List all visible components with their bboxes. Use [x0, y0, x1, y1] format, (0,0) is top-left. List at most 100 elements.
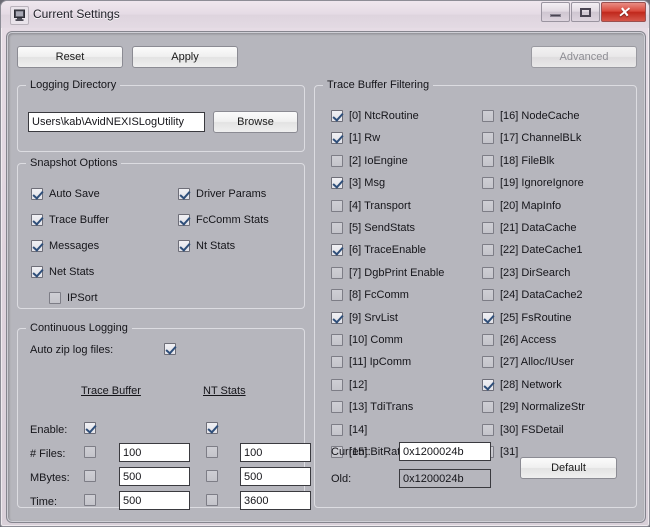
trace-filter-left-item-7[interactable]: [7] DgbPrint Enable [331, 267, 444, 279]
default-button[interactable]: Default [520, 457, 617, 479]
trace-filter-left-checkbox-3[interactable] [331, 177, 343, 189]
trace-filter-right-checkbox-6[interactable] [482, 244, 494, 256]
trace-filter-right-item-1[interactable]: [17] ChannelBLk [482, 132, 581, 144]
input-nt-time[interactable]: 3600 [240, 491, 311, 510]
trace-filter-left-item-5[interactable]: [5] SendStats [331, 222, 415, 234]
trace-filter-right-checkbox-11[interactable] [482, 356, 494, 368]
trace-filter-right-checkbox-12[interactable] [482, 379, 494, 391]
input-trace-time[interactable]: 500 [119, 491, 190, 510]
trace-filter-right-item-6[interactable]: [22] DateCache1 [482, 244, 583, 256]
current-value-input[interactable]: 0x1200024b [399, 442, 491, 461]
checkbox-trace-buffer[interactable] [31, 214, 43, 226]
reset-button[interactable]: Reset [17, 46, 123, 68]
title-bar[interactable]: Current Settings ✕ [1, 1, 649, 28]
checkbox-ipsort[interactable] [49, 292, 61, 304]
trace-filter-left-item-9[interactable]: [9] SrvList [331, 312, 398, 324]
checkbox-auto-zip-log-files[interactable] [164, 343, 176, 355]
snapshot-option-nt-stats[interactable]: Nt Stats [178, 240, 235, 252]
trace-filter-right-checkbox-5[interactable] [482, 222, 494, 234]
checkbox-nt-num-files[interactable] [206, 446, 218, 458]
trace-filter-right-item-0[interactable]: [16] NodeCache [482, 110, 580, 122]
trace-filter-left-item-13[interactable]: [13] TdiTrans [331, 401, 413, 413]
checkbox-trace-time[interactable] [84, 494, 96, 506]
trace-filter-left-item-0[interactable]: [0] NtcRoutine [331, 110, 419, 122]
trace-filter-left-item-14[interactable]: [14] [331, 424, 367, 436]
trace-filter-right-checkbox-13[interactable] [482, 401, 494, 413]
trace-filter-right-checkbox-3[interactable] [482, 177, 494, 189]
snapshot-option-messages[interactable]: Messages [31, 240, 99, 252]
snapshot-option-net-stats[interactable]: Net Stats [31, 266, 94, 278]
checkbox-trace-mbytes[interactable] [84, 470, 96, 482]
trace-filter-left-item-11[interactable]: [11] IpComm [331, 356, 411, 368]
input-trace-num-files[interactable]: 100 [119, 443, 190, 462]
trace-filter-left-checkbox-13[interactable] [331, 401, 343, 413]
trace-filter-left-item-8[interactable]: [8] FcComm [331, 289, 409, 301]
trace-filter-left-checkbox-5[interactable] [331, 222, 343, 234]
checkbox-nt-enable[interactable] [206, 422, 218, 434]
trace-filter-right-item-12[interactable]: [28] Network [482, 379, 562, 391]
checkbox-fccomm-stats[interactable] [178, 214, 190, 226]
trace-filter-left-item-1[interactable]: [1] Rw [331, 132, 380, 144]
trace-filter-right-checkbox-10[interactable] [482, 334, 494, 346]
trace-filter-left-item-10[interactable]: [10] Comm [331, 334, 403, 346]
snapshot-option-auto-save[interactable]: Auto Save [31, 188, 100, 200]
trace-filter-right-item-2[interactable]: [18] FileBlk [482, 155, 554, 167]
browse-button[interactable]: Browse [213, 111, 298, 133]
advanced-button[interactable]: Advanced [531, 46, 637, 68]
trace-filter-right-item-7[interactable]: [23] DirSearch [482, 267, 570, 279]
trace-filter-left-checkbox-12[interactable] [331, 379, 343, 391]
close-button[interactable]: ✕ [601, 2, 646, 22]
checkbox-nt-stats[interactable] [178, 240, 190, 252]
trace-filter-right-checkbox-7[interactable] [482, 267, 494, 279]
trace-filter-left-item-6[interactable]: [6] TraceEnable [331, 244, 426, 256]
trace-filter-left-item-2[interactable]: [2] IoEngine [331, 155, 408, 167]
trace-filter-right-item-14[interactable]: [30] FSDetail [482, 424, 564, 436]
snapshot-option-ipsort[interactable]: IPSort [49, 292, 98, 304]
checkbox-driver-params[interactable] [178, 188, 190, 200]
trace-filter-left-checkbox-6[interactable] [331, 244, 343, 256]
trace-filter-right-checkbox-1[interactable] [482, 132, 494, 144]
trace-filter-right-item-10[interactable]: [26] Access [482, 334, 556, 346]
snapshot-option-fccomm-stats[interactable]: FcComm Stats [178, 214, 269, 226]
trace-filter-left-checkbox-10[interactable] [331, 334, 343, 346]
checkbox-net-stats[interactable] [31, 266, 43, 278]
trace-filter-right-checkbox-8[interactable] [482, 289, 494, 301]
trace-filter-right-checkbox-2[interactable] [482, 155, 494, 167]
trace-filter-left-item-3[interactable]: [3] Msg [331, 177, 385, 189]
checkbox-trace-num-files[interactable] [84, 446, 96, 458]
trace-filter-left-checkbox-1[interactable] [331, 132, 343, 144]
trace-filter-right-item-8[interactable]: [24] DataCache2 [482, 289, 583, 301]
trace-filter-left-checkbox-14[interactable] [331, 424, 343, 436]
trace-filter-right-item-5[interactable]: [21] DataCache [482, 222, 576, 234]
trace-filter-right-item-3[interactable]: [19] IgnoreIgnore [482, 177, 584, 189]
maximize-button[interactable] [571, 2, 600, 22]
trace-filter-left-item-4[interactable]: [4] Transport [331, 200, 411, 212]
checkbox-auto-save[interactable] [31, 188, 43, 200]
logging-directory-input[interactable]: Users\kab\AvidNEXISLogUtility [28, 112, 205, 132]
trace-filter-left-checkbox-9[interactable] [331, 312, 343, 324]
checkbox-messages[interactable] [31, 240, 43, 252]
input-trace-mbytes[interactable]: 500 [119, 467, 190, 486]
checkbox-nt-time[interactable] [206, 494, 218, 506]
trace-filter-left-item-12[interactable]: [12] [331, 379, 367, 391]
trace-filter-left-checkbox-11[interactable] [331, 356, 343, 368]
checkbox-trace-enable[interactable] [84, 422, 96, 434]
trace-filter-right-item-13[interactable]: [29] NormalizeStr [482, 401, 585, 413]
trace-filter-left-checkbox-2[interactable] [331, 155, 343, 167]
trace-filter-left-checkbox-7[interactable] [331, 267, 343, 279]
minimize-button[interactable] [541, 2, 570, 22]
trace-filter-right-item-9[interactable]: [25] FsRoutine [482, 312, 572, 324]
trace-filter-right-item-4[interactable]: [20] MapInfo [482, 200, 561, 212]
snapshot-option-driver-params[interactable]: Driver Params [178, 188, 266, 200]
input-nt-num-files[interactable]: 100 [240, 443, 311, 462]
checkbox-nt-mbytes[interactable] [206, 470, 218, 482]
trace-filter-left-checkbox-0[interactable] [331, 110, 343, 122]
trace-filter-left-checkbox-4[interactable] [331, 200, 343, 212]
input-nt-mbytes[interactable]: 500 [240, 467, 311, 486]
trace-filter-right-checkbox-9[interactable] [482, 312, 494, 324]
snapshot-option-trace-buffer[interactable]: Trace Buffer [31, 214, 109, 226]
trace-filter-right-checkbox-4[interactable] [482, 200, 494, 212]
trace-filter-left-checkbox-8[interactable] [331, 289, 343, 301]
trace-filter-right-item-11[interactable]: [27] Alloc/IUser [482, 356, 574, 368]
apply-button[interactable]: Apply [132, 46, 238, 68]
